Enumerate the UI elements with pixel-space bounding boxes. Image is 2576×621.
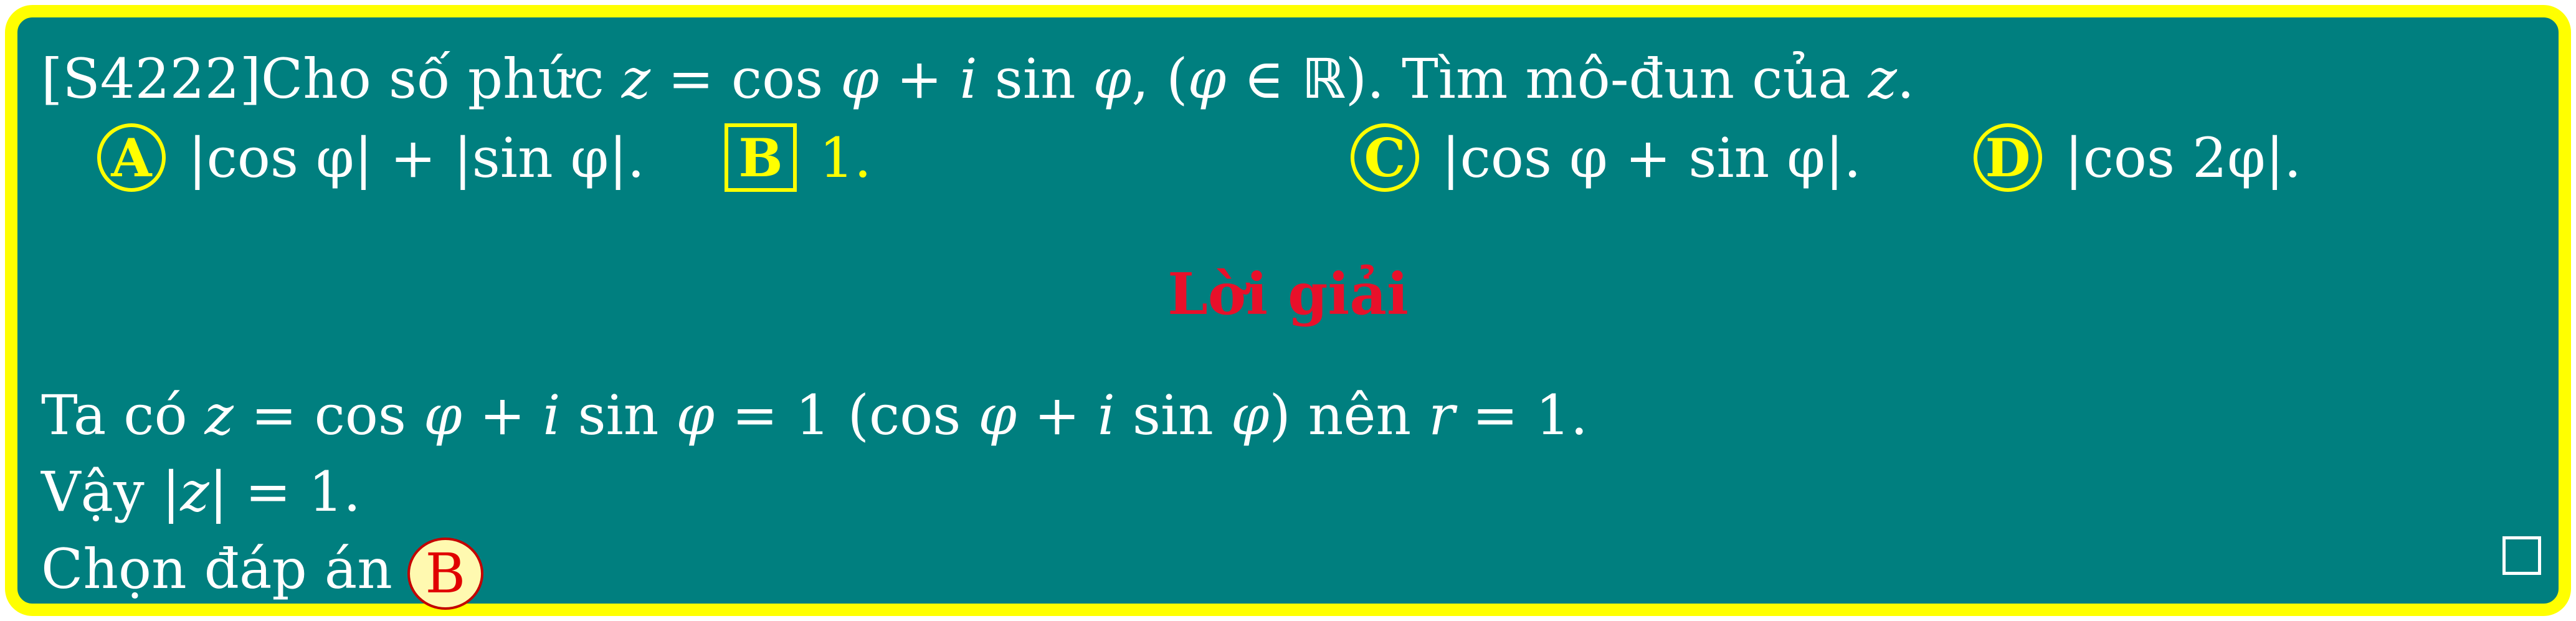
- answer-badge: B: [407, 538, 483, 610]
- solution-line-3: Chọn đáp án B: [41, 538, 483, 610]
- option-a-text: |cos φ| + |sin φ|.: [188, 125, 645, 190]
- option-a-marker: A: [97, 123, 166, 192]
- option-c[interactable]: C |cos φ + sin φ|.: [1351, 117, 1861, 198]
- problem-card: [S4222]Cho số phức z = cos φ + i sin φ, …: [5, 5, 2571, 616]
- solution-line-1: Ta có z = cos φ + i sin φ = 1 (cos φ + i…: [41, 383, 1588, 447]
- option-c-marker: C: [1351, 123, 1419, 192]
- option-d-marker: D: [1974, 123, 2042, 192]
- option-c-text: |cos φ + sin φ|.: [1442, 125, 1861, 190]
- option-d[interactable]: D |cos 2φ|.: [1974, 117, 2301, 198]
- solution-heading: Lời giải: [1167, 260, 1409, 328]
- question-text-suffix: . Tìm mô-đun của: [1367, 47, 1868, 111]
- solution-line3-prefix: Chọn đáp án: [41, 536, 392, 601]
- question-text-mid: ,: [1131, 47, 1167, 111]
- option-d-text: |cos 2φ|.: [2065, 125, 2302, 190]
- option-b-marker: B: [725, 123, 797, 192]
- option-a[interactable]: A |cos φ| + |sin φ|.: [97, 117, 645, 198]
- solution-line1-mid: nên: [1290, 383, 1429, 447]
- option-b[interactable]: B 1.: [725, 117, 872, 198]
- question-line: [S4222]Cho số phức z = cos φ + i sin φ, …: [41, 47, 1914, 111]
- solution-line2-end: .: [343, 460, 361, 524]
- question-text-prefix: Cho số phức: [260, 47, 622, 111]
- formula-z-definition: z: [621, 47, 651, 111]
- solution-line2-prefix: Vậy: [41, 460, 162, 524]
- solution-line1-end: .: [1570, 383, 1588, 447]
- question-end: .: [1896, 47, 1914, 111]
- solution-line-2: Vậy |z| = 1.: [41, 460, 361, 524]
- question-id: [S4222]: [41, 47, 261, 111]
- formula-z: z: [1868, 47, 1897, 111]
- solution-line1-prefix: Ta có: [41, 383, 205, 447]
- square-icon: [2502, 536, 2541, 575]
- option-b-text: 1.: [819, 125, 872, 190]
